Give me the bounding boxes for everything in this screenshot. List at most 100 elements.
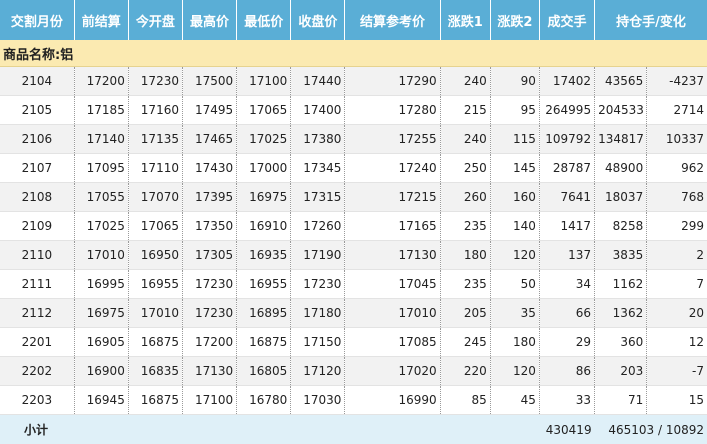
cell-volume: 7641	[539, 183, 594, 212]
cell-close: 17345	[291, 154, 345, 183]
cell-delivery-month: 2104	[0, 67, 74, 96]
cell-open: 17160	[128, 96, 182, 125]
cell-close: 17150	[291, 328, 345, 357]
table-body: 商品名称:铝 210417200172301750017100174401729…	[0, 40, 707, 415]
cell-prev-settle: 17025	[74, 212, 128, 241]
cell-open-interest: 134817	[595, 125, 647, 154]
cell-open: 17230	[128, 67, 182, 96]
cell-change2: 90	[490, 67, 539, 96]
cell-oi-change: -7	[647, 357, 707, 386]
cell-low: 16955	[237, 270, 291, 299]
cell-open-interest: 1362	[595, 299, 647, 328]
cell-high: 17350	[182, 212, 236, 241]
subtotal-label: 小计	[0, 415, 128, 444]
cell-oi-change: 15	[647, 386, 707, 415]
col-header-low: 最低价	[237, 0, 291, 40]
cell-settle-ref: 17010	[345, 299, 440, 328]
cell-close: 17400	[291, 96, 345, 125]
cell-prev-settle: 17185	[74, 96, 128, 125]
cell-open: 16875	[128, 386, 182, 415]
cell-oi-change: -4237	[647, 67, 707, 96]
cell-change2: 50	[490, 270, 539, 299]
cell-prev-settle: 17055	[74, 183, 128, 212]
col-header-open-interest: 持仓手/变化	[595, 0, 707, 40]
cell-high: 17100	[182, 386, 236, 415]
subtotal-spacer	[128, 415, 539, 444]
cell-high: 17500	[182, 67, 236, 96]
cell-delivery-month: 2203	[0, 386, 74, 415]
table-row: 2112169751701017230168951718017010205356…	[0, 299, 707, 328]
cell-change1: 260	[440, 183, 490, 212]
cell-low: 17000	[237, 154, 291, 183]
col-header-prev-settle: 前结算	[74, 0, 128, 40]
cell-settle-ref: 17085	[345, 328, 440, 357]
table-row: 2104172001723017500171001744017290240901…	[0, 67, 707, 96]
cell-volume: 86	[539, 357, 594, 386]
cell-settle-ref: 17020	[345, 357, 440, 386]
cell-high: 17230	[182, 270, 236, 299]
cell-change2: 180	[490, 328, 539, 357]
table-row: 2110170101695017305169351719017130180120…	[0, 241, 707, 270]
cell-low: 16910	[237, 212, 291, 241]
cell-prev-settle: 16945	[74, 386, 128, 415]
cell-open-interest: 360	[595, 328, 647, 357]
cell-high: 17430	[182, 154, 236, 183]
table-row: 2108170551707017395169751731517215260160…	[0, 183, 707, 212]
cell-open: 16950	[128, 241, 182, 270]
cell-prev-settle: 17200	[74, 67, 128, 96]
cell-settle-ref: 17215	[345, 183, 440, 212]
cell-volume: 34	[539, 270, 594, 299]
col-header-close: 收盘价	[291, 0, 345, 40]
cell-close: 17230	[291, 270, 345, 299]
cell-oi-change: 7	[647, 270, 707, 299]
cell-change2: 120	[490, 357, 539, 386]
cell-open: 16835	[128, 357, 182, 386]
cell-change2: 35	[490, 299, 539, 328]
cell-settle-ref: 16990	[345, 386, 440, 415]
cell-change1: 240	[440, 67, 490, 96]
cell-oi-change: 2	[647, 241, 707, 270]
cell-low: 16875	[237, 328, 291, 357]
cell-settle-ref: 17290	[345, 67, 440, 96]
col-header-change2: 涨跌2	[490, 0, 539, 40]
cell-oi-change: 299	[647, 212, 707, 241]
cell-settle-ref: 17045	[345, 270, 440, 299]
cell-volume: 137	[539, 241, 594, 270]
cell-volume: 33	[539, 386, 594, 415]
group-row: 商品名称:铝	[0, 40, 707, 67]
cell-change2: 145	[490, 154, 539, 183]
cell-change1: 85	[440, 386, 490, 415]
cell-open-interest: 1162	[595, 270, 647, 299]
cell-low: 16895	[237, 299, 291, 328]
cell-open-interest: 48900	[595, 154, 647, 183]
cell-high: 17200	[182, 328, 236, 357]
cell-open-interest: 71	[595, 386, 647, 415]
cell-low: 16975	[237, 183, 291, 212]
header-row: 交割月份 前结算 今开盘 最高价 最低价 收盘价 结算参考价 涨跌1 涨跌2 成…	[0, 0, 707, 40]
cell-settle-ref: 17165	[345, 212, 440, 241]
cell-oi-change: 2714	[647, 96, 707, 125]
cell-delivery-month: 2109	[0, 212, 74, 241]
cell-prev-settle: 16975	[74, 299, 128, 328]
cell-delivery-month: 2112	[0, 299, 74, 328]
cell-delivery-month: 2202	[0, 357, 74, 386]
cell-close: 17030	[291, 386, 345, 415]
table-row: 2111169951695517230169551723017045235503…	[0, 270, 707, 299]
col-header-settle-ref: 结算参考价	[345, 0, 440, 40]
subtotal-open-interest: 465103 / 10892	[595, 415, 707, 444]
cell-low: 16780	[237, 386, 291, 415]
cell-settle-ref: 17280	[345, 96, 440, 125]
subtotal-row: 小计 430419 465103 / 10892	[0, 415, 707, 444]
cell-high: 17465	[182, 125, 236, 154]
cell-close: 17440	[291, 67, 345, 96]
cell-low: 17065	[237, 96, 291, 125]
cell-change1: 240	[440, 125, 490, 154]
futures-quote-table: 交割月份 前结算 今开盘 最高价 最低价 收盘价 结算参考价 涨跌1 涨跌2 成…	[0, 0, 707, 444]
cell-oi-change: 768	[647, 183, 707, 212]
cell-oi-change: 20	[647, 299, 707, 328]
table-row: 2203169451687517100167801703016990854533…	[0, 386, 707, 415]
cell-settle-ref: 17255	[345, 125, 440, 154]
cell-delivery-month: 2201	[0, 328, 74, 357]
cell-oi-change: 12	[647, 328, 707, 357]
cell-change1: 220	[440, 357, 490, 386]
